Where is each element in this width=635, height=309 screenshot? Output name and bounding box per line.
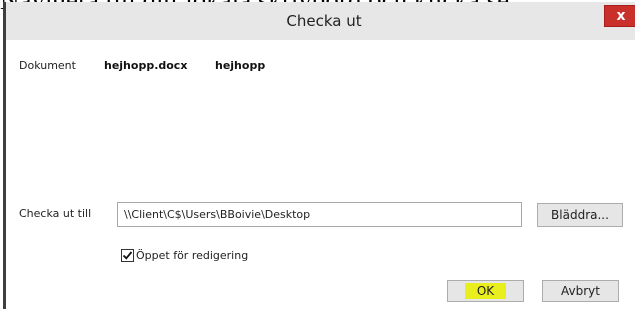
close-button[interactable]: x (604, 5, 635, 27)
document-name: hejhopp (215, 59, 266, 72)
dialog-title: Checka ut (286, 12, 362, 30)
titlebar[interactable]: Checka ut x (6, 2, 635, 40)
document-label: Dokument (19, 59, 76, 72)
ok-button[interactable]: OK (447, 280, 524, 302)
checkout-dialog: Checka ut x Dokument hejhopp.docx hejhop… (3, 2, 635, 309)
open-for-edit-checkbox[interactable] (121, 249, 134, 262)
checkout-to-label: Checka ut till (19, 207, 92, 220)
checkmark-icon (122, 251, 133, 260)
cancel-button[interactable]: Avbryt (542, 280, 619, 302)
open-for-edit-label[interactable]: Öppet för redigering (136, 249, 248, 262)
dialog-content: Dokument hejhopp.docx hejhopp Checka ut … (6, 40, 635, 309)
ok-button-label: OK (464, 283, 507, 299)
checkout-path-input[interactable] (117, 202, 522, 227)
document-filename: hejhopp.docx (104, 59, 188, 72)
browse-button[interactable]: Bläddra... (537, 203, 623, 227)
